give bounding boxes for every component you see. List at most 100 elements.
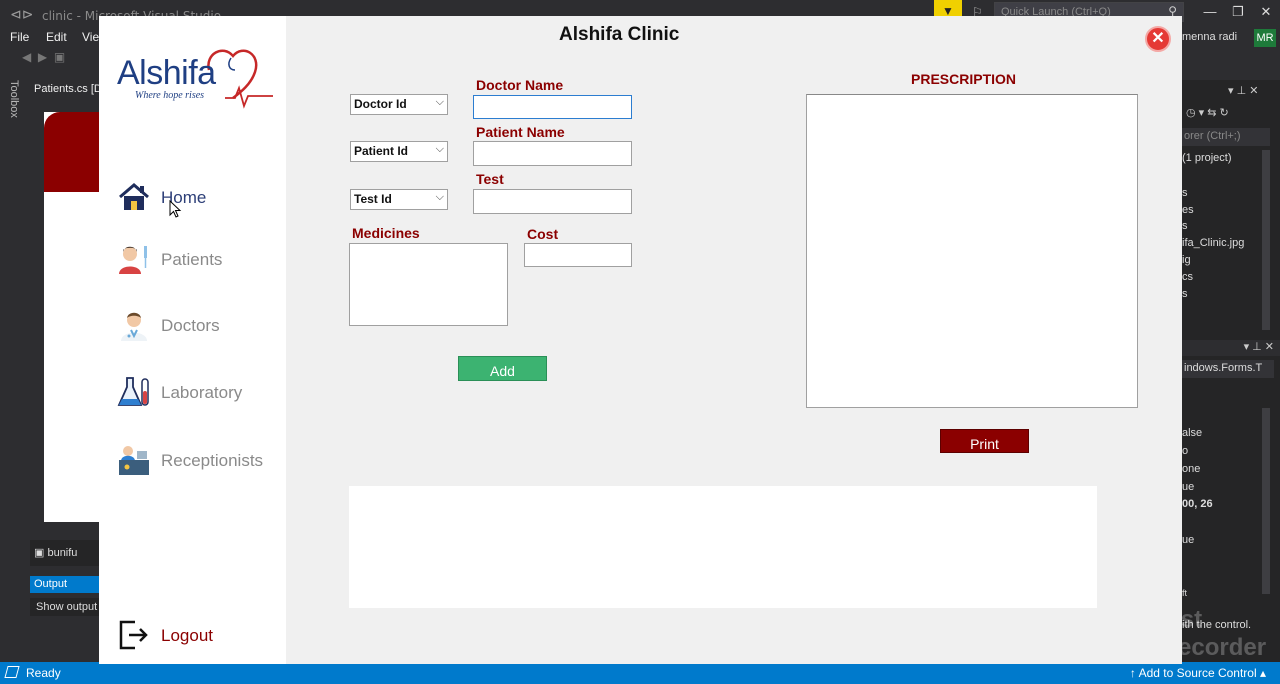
prescriptions-grid[interactable] [349, 486, 1097, 608]
prescription-title: PRESCRIPTION [911, 71, 1017, 87]
output-panel-tab[interactable]: Output [30, 576, 100, 593]
medicines-textarea[interactable] [349, 243, 508, 326]
page-title: Alshifa Clinic [559, 24, 680, 45]
component-tray-item[interactable]: ▣ bunifu [30, 540, 100, 566]
medicines-label: Medicines [352, 225, 420, 241]
nav-laboratory[interactable]: Laboratory [117, 373, 282, 413]
source-control-label: Add to Source Control [1138, 666, 1257, 680]
cost-input[interactable] [524, 243, 632, 267]
nav-patients-label: Patients [161, 250, 223, 269]
nav-patients[interactable]: Patients [117, 240, 282, 280]
status-icon [4, 666, 20, 678]
document-tab[interactable]: Patients.cs [D [30, 80, 100, 98]
nav-doctors[interactable]: Doctors [117, 306, 282, 346]
nav-logout[interactable]: Logout [117, 616, 282, 656]
vs-statusbar: Ready ↑ Add to Source Control ▴ [0, 662, 1280, 684]
nav-doctors-label: Doctors [161, 316, 220, 335]
solution-item[interactable]: ig [1182, 254, 1191, 266]
toolbox-strip [0, 72, 30, 662]
solution-item[interactable]: s [1182, 187, 1188, 199]
new-item-icon[interactable]: ▣ [54, 50, 65, 64]
menu-file[interactable]: File [10, 30, 29, 44]
flask-icon [117, 377, 149, 406]
nav-logout-label: Logout [161, 626, 213, 645]
doctor-name-input[interactable] [473, 95, 632, 119]
test-id-select[interactable]: Test Id ⌵ [350, 189, 448, 210]
menu-view[interactable]: Vie [82, 30, 99, 44]
component-tray-label: bunifu [47, 547, 78, 559]
properties-object-combo[interactable]: indows.Forms.T [1182, 360, 1274, 378]
toolbox-tab[interactable]: Toolbox [8, 80, 20, 118]
logo-tagline: Where hope rises [135, 90, 205, 101]
property-value[interactable]: alse [1182, 427, 1202, 439]
patient-id-value: Patient Id [354, 144, 409, 158]
patient-id-select[interactable]: Patient Id ⌵ [350, 141, 448, 162]
solution-item[interactable]: es [1182, 204, 1194, 216]
panel-pin-icon[interactable]: ▾ ⊥ ✕ [1228, 84, 1258, 97]
mouse-cursor-icon [169, 200, 182, 218]
doctor-name-label: Doctor Name [476, 77, 564, 93]
property-value[interactable]: ue [1182, 481, 1194, 493]
test-label: Test [476, 171, 504, 187]
properties-panel-header: ▾ ⊥ ✕ [1182, 340, 1280, 356]
add-to-source-control[interactable]: ↑ Add to Source Control ▴ [1130, 666, 1266, 680]
nav-receptionists-label: Receptionists [161, 451, 264, 470]
avatar[interactable]: MR [1254, 29, 1276, 47]
close-window-button[interactable]: ✕ [1252, 4, 1280, 20]
cost-label: Cost [527, 226, 559, 242]
window-controls: — ❐ ✕ [1196, 4, 1280, 20]
chevron-down-icon: ⌵ [435, 143, 444, 155]
solution-item[interactable]: s [1182, 220, 1188, 232]
home-icon [119, 183, 149, 210]
sidebar: Alshifa Where hope rises Home Patients D… [99, 16, 286, 664]
properties-scrollbar[interactable] [1262, 408, 1270, 594]
doctor-id-value: Doctor Id [354, 97, 407, 111]
visual-studio-logo-icon: ⊲⊳ [10, 6, 34, 22]
solution-project-label[interactable]: (1 project) [1182, 152, 1232, 164]
chevron-down-icon: ⌵ [435, 191, 444, 203]
clinic-form: Alshifa Where hope rises Home Patients D… [99, 16, 1182, 664]
add-button[interactable]: Add [458, 356, 547, 381]
vs-menubar: File Edit Vie [0, 30, 100, 48]
close-button[interactable]: ✕ [1145, 26, 1171, 52]
menu-edit[interactable]: Edit [46, 30, 67, 44]
solution-item[interactable]: s [1182, 288, 1188, 300]
receptionist-icon [119, 446, 149, 475]
solution-scrollbar[interactable] [1262, 150, 1270, 330]
print-button[interactable]: Print [940, 429, 1029, 453]
close-icon: ✕ [1151, 30, 1165, 47]
nav-laboratory-label: Laboratory [161, 383, 243, 402]
property-value[interactable]: one [1182, 463, 1200, 475]
logout-icon [119, 620, 148, 650]
property-value[interactable]: 00, 26 [1182, 498, 1213, 510]
test-input[interactable] [473, 189, 632, 214]
doctor-icon [121, 312, 147, 341]
alshifa-logo: Alshifa Where hope rises [117, 40, 277, 110]
doctor-id-select[interactable]: Doctor Id ⌵ [350, 94, 448, 115]
designer-header [44, 112, 100, 192]
solution-item[interactable]: cs [1182, 271, 1193, 283]
property-value[interactable]: o [1182, 445, 1188, 457]
chevron-down-icon: ⌵ [435, 96, 444, 108]
patient-name-label: Patient Name [476, 124, 565, 140]
vs-user-name[interactable]: menna radi [1182, 31, 1237, 43]
prescription-textbox[interactable] [806, 94, 1138, 408]
output-source-label: Show output [30, 598, 100, 616]
nav-receptionists[interactable]: Receptionists [117, 441, 282, 481]
property-value[interactable]: ft [1182, 588, 1187, 598]
vs-toolbar: ◀ ▶ ▣ [0, 50, 100, 72]
nav-home-label: Home [161, 188, 207, 207]
restore-button[interactable]: ❐ [1224, 4, 1252, 20]
patient-name-input[interactable] [473, 141, 632, 166]
minimize-button[interactable]: — [1196, 4, 1224, 19]
forward-icon[interactable]: ▶ [38, 50, 47, 64]
patient-icon [119, 246, 147, 274]
test-id-value: Test Id [354, 192, 392, 206]
solution-toolbar[interactable]: ◷ ▾ ⇆ ↻ [1186, 106, 1229, 119]
logo-wordmark: Alshifa [117, 54, 216, 92]
property-value[interactable]: ue [1182, 534, 1194, 546]
solution-search-input[interactable]: orer (Ctrl+;) [1182, 128, 1270, 146]
back-icon[interactable]: ◀ [22, 50, 31, 64]
solution-item[interactable]: ifa_Clinic.jpg [1182, 237, 1244, 249]
nav-home[interactable]: Home [117, 178, 282, 218]
